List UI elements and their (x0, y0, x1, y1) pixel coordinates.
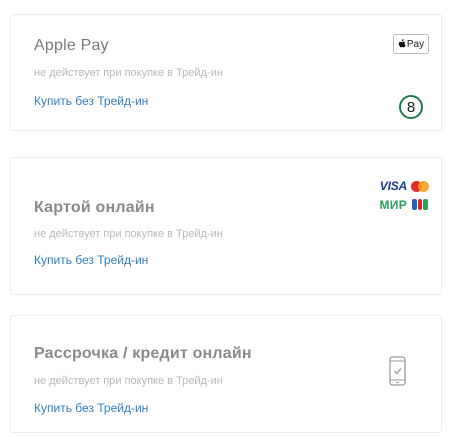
payment-option-apple-pay[interactable]: Apple Pay не действует при покупке в Тре… (10, 14, 442, 131)
buy-without-trade-in-link[interactable]: Купить без Трейд-ин (34, 94, 148, 108)
step-number-badge: 8 (399, 95, 423, 119)
apple-icon (398, 38, 406, 50)
apple-pay-logo: Pay (393, 34, 429, 54)
payment-option-installment[interactable]: Рассрочка / кредит онлайн не действует п… (10, 315, 442, 433)
phone-check-icon (389, 356, 406, 386)
card-brands-logos: VISA МИР (359, 179, 429, 219)
trade-in-note: не действует при покупке в Трейд-ин (34, 67, 223, 79)
visa-logo: VISA (379, 179, 407, 193)
buy-without-trade-in-link[interactable]: Купить без Трейд-ин (34, 253, 148, 267)
mir-logo: МИР (379, 198, 407, 212)
payment-option-card-online[interactable]: Картой онлайн не действует при покупке в… (10, 157, 442, 295)
payment-option-title: Apple Pay (34, 37, 109, 54)
trade-in-note: не действует при покупке в Трейд-ин (34, 375, 223, 387)
mastercard-icon (411, 181, 429, 192)
trade-in-note: не действует при покупке в Трейд-ин (34, 228, 223, 240)
jcb-icon (412, 199, 429, 210)
buy-without-trade-in-link[interactable]: Купить без Трейд-ин (34, 401, 148, 415)
apple-pay-label: Pay (406, 38, 425, 50)
payment-options-list: Apple Pay не действует при покупке в Тре… (0, 0, 452, 438)
payment-option-title: Картой онлайн (34, 199, 155, 216)
payment-option-title: Рассрочка / кредит онлайн (34, 345, 252, 362)
